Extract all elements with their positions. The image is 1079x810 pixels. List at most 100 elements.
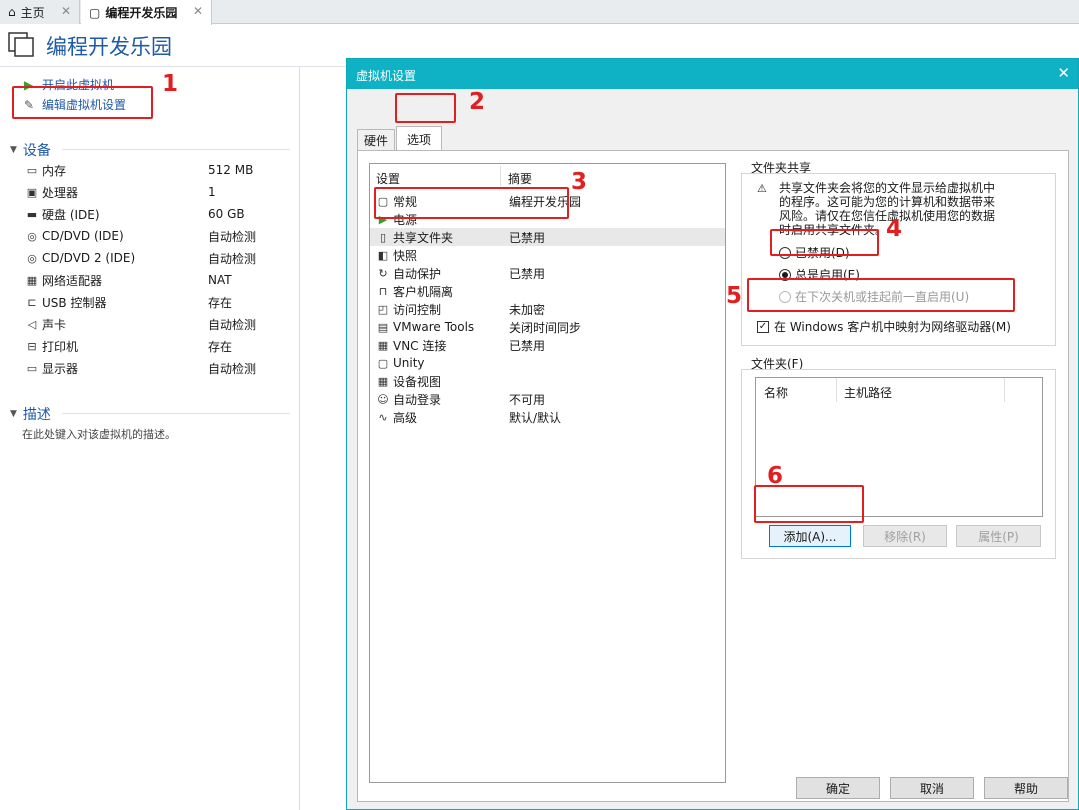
device-row[interactable]: ▦ 网络适配器 NAT	[24, 269, 294, 291]
vm-icon: ▢	[89, 5, 101, 20]
device-value: 存在	[208, 295, 233, 310]
setting-name: VNC 连接	[393, 338, 447, 353]
name-column-header[interactable]: 名称	[764, 384, 788, 401]
annotation-number: 1	[162, 71, 179, 97]
device-row[interactable]: ▭ 显示器 自动检测	[24, 357, 294, 379]
annotation-number: 3	[571, 169, 588, 195]
tab-home-label: 主页	[20, 5, 45, 20]
device-name: 硬盘 (IDE)	[42, 207, 100, 222]
device-row[interactable]: ◁ 声卡 自动检测	[24, 313, 294, 335]
settings-row[interactable]: ▦ 设备视图	[370, 372, 725, 390]
tab-options[interactable]: 选项	[396, 126, 442, 151]
cpu-icon: ▣	[26, 185, 38, 199]
device-name: USB 控制器	[42, 295, 107, 310]
page-title: 编程开发乐园	[46, 35, 172, 59]
setting-summary: 关闭时间同步	[509, 320, 582, 335]
device-name: CD/DVD 2 (IDE)	[42, 251, 136, 265]
setting-name: 高级	[393, 410, 418, 425]
annotation-number: 4	[886, 216, 903, 242]
devices-section-title: 设备	[22, 143, 51, 159]
ok-button[interactable]: 确定	[796, 777, 880, 799]
setting-name: 快照	[393, 248, 418, 263]
device-value: 自动检测	[208, 317, 257, 332]
device-name: 显示器	[42, 361, 79, 376]
help-label: 帮助	[1013, 781, 1038, 796]
help-button[interactable]: 帮助	[984, 777, 1068, 799]
settings-row[interactable]: ↻ 自动保护 已禁用	[370, 264, 725, 282]
device-row[interactable]: ▣ 处理器 1	[24, 181, 294, 203]
device-value: 自动检测	[208, 251, 257, 266]
settings-row[interactable]: ◧ 快照	[370, 246, 725, 264]
vm-stack-icon	[8, 32, 34, 57]
annotation-number: 2	[469, 89, 486, 115]
setting-name: 自动登录	[393, 392, 442, 407]
device-row[interactable]: ⊏ USB 控制器 存在	[24, 291, 294, 313]
settings-row[interactable]: ▯ 共享文件夹 已禁用	[370, 228, 725, 246]
add-folder-label: 添加(A)...	[783, 529, 837, 544]
device-row[interactable]: ⊟ 打印机 存在	[24, 335, 294, 357]
devices-section-header[interactable]: ▼ 设备	[10, 140, 51, 160]
settings-row[interactable]: ▢ Unity	[370, 354, 725, 372]
settings-row[interactable]: ◰ 访问控制 未加密	[370, 300, 725, 318]
setting-summary: 未加密	[509, 302, 546, 317]
setting-name: 自动保护	[393, 266, 442, 281]
device-name: 网络适配器	[42, 273, 103, 288]
access-control-icon: ◰	[377, 302, 389, 316]
device-row[interactable]: ◎ CD/DVD 2 (IDE) 自动检测	[24, 247, 294, 269]
tab-vm[interactable]: ▢ 编程开发乐园 ✕	[81, 0, 212, 25]
map-network-drive-checkbox[interactable]: ✓ 在 Windows 客户机中映射为网络驱动器(M)	[757, 318, 1011, 335]
cancel-label: 取消	[919, 781, 944, 796]
settings-column-header[interactable]: 设置	[376, 170, 400, 187]
tab-home[interactable]: ⌂ 主页 ✕	[0, 0, 80, 24]
setting-summary: 不可用	[509, 392, 546, 407]
description-hint[interactable]: 在此处键入对该虚拟机的描述。	[22, 426, 176, 442]
device-name: 内存	[42, 163, 67, 178]
description-section-header[interactable]: ▼ 描述	[10, 404, 51, 424]
warning-line: 风险。请仅在您信任虚拟机使用您的数据	[779, 209, 996, 223]
device-value: 1	[208, 185, 216, 199]
device-name: 声卡	[42, 317, 67, 332]
section-divider	[62, 149, 290, 150]
snapshot-icon: ◧	[377, 248, 389, 262]
add-folder-button[interactable]: 添加(A)...	[769, 525, 851, 547]
column-divider	[500, 166, 501, 186]
dialog-titlebar[interactable]: 虚拟机设置 ✕	[347, 59, 1078, 89]
device-row[interactable]: ◎ CD/DVD (IDE) 自动检测	[24, 225, 294, 247]
annotation-number: 5	[726, 283, 743, 309]
warning-line: 的程序。这可能为您的计算机和数据带来	[779, 195, 996, 209]
summary-column-header[interactable]: 摘要	[508, 170, 532, 187]
tab-hardware[interactable]: 硬件	[357, 129, 395, 151]
close-icon[interactable]: ✕	[193, 4, 203, 18]
settings-row[interactable]: ⊓ 客户机隔离	[370, 282, 725, 300]
settings-row[interactable]: ∿ 高级 默认/默认	[370, 408, 725, 426]
device-value: 60 GB	[208, 207, 245, 221]
settings-list[interactable]: 设置 摘要 ▢ 常规 编程开发乐园 ▶ 电源 ▯ 共享文件夹 已禁用 ◧ 快照 ↻ 自动保护 已禁用 ⊓ 客…	[369, 163, 726, 783]
checkmark-icon: ✓	[757, 320, 769, 333]
settings-row[interactable]: ▤ VMware Tools 关闭时间同步	[370, 318, 725, 336]
settings-row[interactable]: ▦ VNC 连接 已禁用	[370, 336, 725, 354]
monitor-icon: ▭	[26, 361, 38, 375]
folder-properties-button: 属性(P)	[956, 525, 1041, 547]
device-value: 存在	[208, 339, 233, 354]
settings-row[interactable]: ☺ 自动登录 不可用	[370, 390, 725, 408]
shared-folder-icon: ▯	[379, 230, 387, 244]
device-name: 打印机	[42, 339, 79, 354]
close-icon[interactable]: ✕	[61, 4, 71, 18]
document-tab-strip: ⌂ 主页 ✕ ▢ 编程开发乐园 ✕	[0, 0, 1079, 25]
setting-name: Unity	[393, 356, 425, 370]
cancel-button[interactable]: 取消	[890, 777, 974, 799]
setting-name: 设备视图	[393, 374, 442, 389]
host-path-column-header[interactable]: 主机路径	[844, 384, 892, 401]
section-divider	[62, 413, 290, 414]
device-value: NAT	[208, 273, 232, 287]
autoprotect-icon: ↻	[378, 266, 388, 280]
home-icon: ⌂	[8, 5, 16, 19]
column-divider	[1004, 378, 1005, 402]
device-row[interactable]: ▭ 内存 512 MB	[24, 159, 294, 181]
device-row[interactable]: ▬ 硬盘 (IDE) 60 GB	[24, 203, 294, 225]
autologin-icon: ☺	[377, 392, 389, 406]
device-value: 512 MB	[208, 163, 254, 177]
close-icon[interactable]: ✕	[1057, 64, 1070, 82]
setting-summary: 已禁用	[509, 266, 546, 281]
dialog-title: 虚拟机设置	[356, 69, 417, 83]
